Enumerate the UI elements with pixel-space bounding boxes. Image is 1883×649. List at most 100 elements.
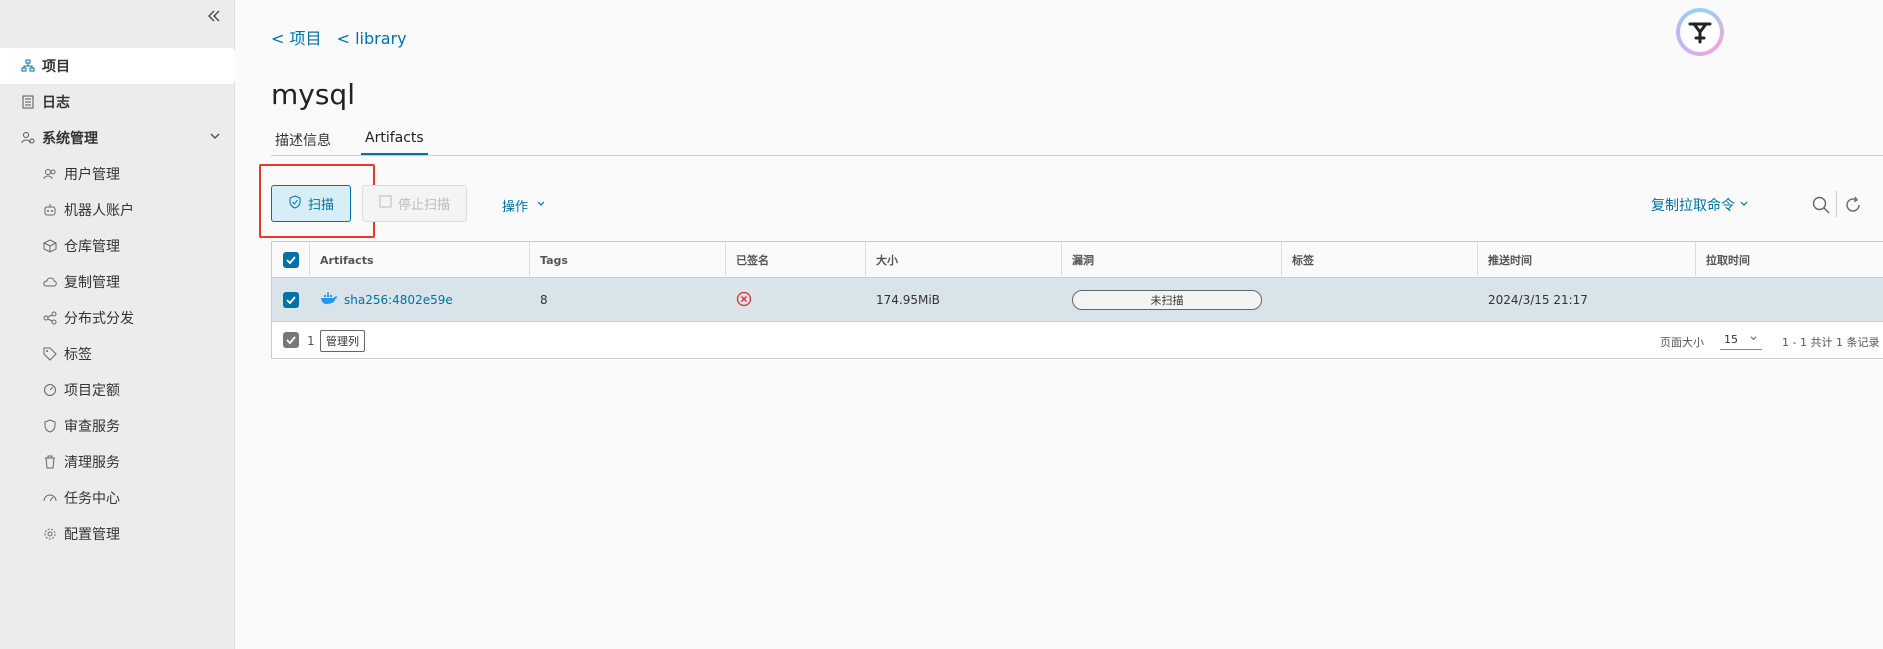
sidebar-item-label: 标签 (64, 347, 92, 363)
artifact-digest-link[interactable]: sha256:4802e59e (320, 292, 453, 308)
artifact-digest: sha256:4802e59e (344, 293, 453, 307)
row-checkbox[interactable] (283, 292, 299, 308)
column-header-tags[interactable]: Tags (530, 242, 726, 278)
admin-icon (20, 130, 36, 146)
signed-cell (726, 278, 866, 322)
page-size-label: 页面大小 (1660, 336, 1704, 349)
sidebar-item-labels[interactable]: 标签 (0, 336, 235, 372)
shield-check-icon (288, 194, 302, 213)
docker-icon (320, 292, 338, 308)
sidebar-item-distribution[interactable]: 分布式分发 (0, 300, 235, 336)
users-icon (42, 166, 58, 182)
not-signed-icon (736, 291, 752, 310)
page-size-value: 15 (1724, 333, 1738, 346)
gear-icon (42, 526, 58, 542)
stop-scan-button[interactable]: 停止扫描 (362, 185, 467, 222)
sidebar-item-replication[interactable]: 复制管理 (0, 264, 235, 300)
sidebar-item-project[interactable]: 项目 (0, 48, 235, 84)
tabs-divider (271, 155, 1883, 156)
sidebar-item-label: 项目 (42, 59, 70, 75)
copy-pull-label: 复制拉取命令 (1651, 198, 1735, 214)
breadcrumb-library-link[interactable]: < library (337, 29, 407, 48)
scan-button-label: 扫描 (307, 198, 334, 213)
sidebar-item-label: 配置管理 (64, 527, 120, 543)
tabs: 描述信息 Artifacts (271, 128, 454, 156)
column-header-labels[interactable]: 标签 (1282, 242, 1478, 278)
sidebar-item-robot-accounts[interactable]: 机器人账户 (0, 192, 235, 228)
breadcrumb-project-link[interactable]: < 项目 (271, 29, 322, 48)
scan-button[interactable]: 扫描 (271, 185, 351, 222)
toolbar-divider (1836, 191, 1837, 217)
tab-description[interactable]: 描述信息 (271, 128, 335, 156)
footer-select-indicator (283, 332, 299, 348)
select-all-cell (272, 242, 310, 278)
chevron-down-icon (209, 130, 221, 146)
collapse-sidebar-icon[interactable] (206, 8, 222, 29)
table-header: Artifacts Tags 已签名 大小 漏洞 标签 推送时间 拉取时间 (272, 242, 1883, 278)
sidebar-item-config[interactable]: 配置管理 (0, 516, 235, 552)
sidebar-item-label: 任务中心 (64, 491, 120, 507)
column-header-pull-time[interactable]: 拉取时间 (1696, 242, 1883, 278)
pull-time-cell (1696, 278, 1883, 322)
vulnerability-cell: 未扫描 (1062, 278, 1282, 322)
column-header-vulnerabilities[interactable]: 漏洞 (1062, 242, 1282, 278)
refresh-icon[interactable] (1843, 195, 1863, 219)
app-logo[interactable] (1676, 8, 1724, 56)
chevron-down-icon (536, 198, 546, 213)
sidebar-item-label: 复制管理 (64, 275, 120, 291)
stop-icon (379, 195, 392, 212)
copy-pull-command-dropdown[interactable]: 复制拉取命令 (1651, 195, 1749, 215)
actions-dropdown[interactable]: 操作 (502, 196, 546, 215)
sidebar-item-quotas[interactable]: 项目定额 (0, 372, 235, 408)
sidebar-item-admin[interactable]: 系统管理 (0, 120, 235, 156)
dashboard-icon (42, 490, 58, 506)
pagination-info: 1 - 1 共计 1 条记录 (1782, 336, 1880, 349)
cloud-icon (42, 274, 58, 290)
sidebar-item-users[interactable]: 用户管理 (0, 156, 235, 192)
sidebar-item-gc[interactable]: 清理服务 (0, 444, 235, 480)
sidebar-item-jobs[interactable]: 任务中心 (0, 480, 235, 516)
share-icon (42, 310, 58, 326)
manage-columns-button[interactable]: 管理列 (320, 330, 365, 352)
sidebar-item-label: 项目定额 (64, 383, 120, 399)
sidebar: 项目 日志 系统管理 用户管理 机器人账户 仓库管理 复制管理 分布式分发 标签… (0, 0, 235, 649)
artifact-cell: sha256:4802e59e (310, 278, 530, 322)
sidebar-item-log[interactable]: 日志 (0, 84, 235, 120)
chevron-down-icon (1739, 197, 1749, 213)
column-header-push-time[interactable]: 推送时间 (1478, 242, 1696, 278)
selected-count: 1 (307, 334, 315, 348)
shield-icon (42, 418, 58, 434)
column-header-artifacts[interactable]: Artifacts (310, 242, 530, 278)
select-all-checkbox[interactable] (283, 252, 299, 268)
scan-status-badge[interactable]: 未扫描 (1072, 290, 1262, 310)
footer-checkbox[interactable] (283, 332, 299, 348)
tag-icon (42, 346, 58, 362)
sidebar-item-label: 日志 (42, 95, 70, 111)
row-select-cell (272, 278, 310, 322)
sidebar-item-label: 机器人账户 (64, 203, 134, 219)
stop-scan-label: 停止扫描 (397, 198, 450, 213)
sidebar-item-label: 仓库管理 (64, 239, 120, 255)
labels-cell (1282, 278, 1478, 322)
table-row[interactable]: sha256:4802e59e 8 174.95MiB 未扫描 2024/3/1… (272, 278, 1883, 322)
size-cell: 174.95MiB (876, 293, 940, 307)
sidebar-item-label: 审查服务 (64, 419, 120, 435)
sidebar-item-label: 清理服务 (64, 455, 120, 471)
page-size-select[interactable]: 15 (1720, 330, 1762, 350)
sidebar-item-audit[interactable]: 审查服务 (0, 408, 235, 444)
tab-artifacts[interactable]: Artifacts (361, 128, 428, 156)
page-title: mysql (271, 78, 355, 111)
sidebar-item-registries[interactable]: 仓库管理 (0, 228, 235, 264)
breadcrumb: < 项目 < library (271, 25, 417, 49)
sidebar-item-label: 用户管理 (64, 167, 120, 183)
sidebar-item-label: 分布式分发 (64, 311, 134, 327)
column-header-size[interactable]: 大小 (866, 242, 1062, 278)
chevron-down-icon (1749, 333, 1758, 346)
sidebar-item-label: 系统管理 (42, 131, 98, 147)
project-icon (20, 58, 36, 74)
tags-cell: 8 (540, 293, 548, 307)
search-icon[interactable] (1811, 195, 1831, 219)
push-time-cell: 2024/3/15 21:17 (1488, 293, 1588, 307)
column-header-signed[interactable]: 已签名 (726, 242, 866, 278)
gauge-icon (42, 382, 58, 398)
